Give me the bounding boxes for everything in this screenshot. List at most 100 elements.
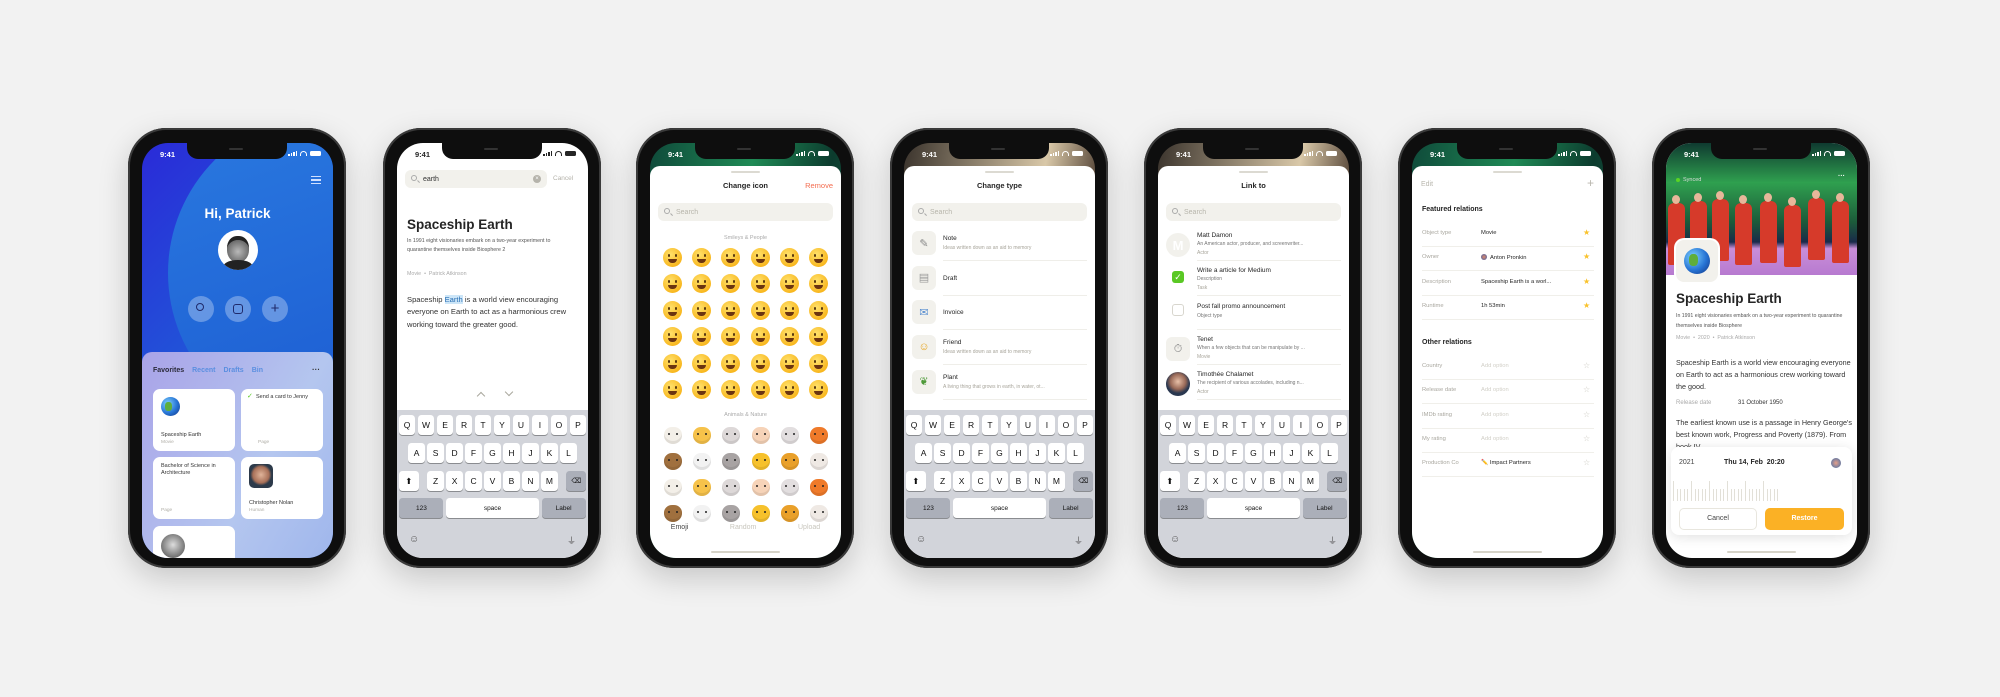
type-item-draft[interactable]: ▤ Draft — [904, 265, 1095, 300]
key-c[interactable]: C — [1226, 471, 1243, 491]
sheet-handle[interactable] — [1493, 171, 1522, 173]
kissing-heart-emoji-icon[interactable] — [692, 301, 711, 320]
sunglasses-emoji-icon[interactable] — [809, 354, 828, 373]
timeline-scrubber[interactable] — [1671, 475, 1852, 501]
grinning-emoji-icon[interactable] — [663, 327, 682, 346]
sheet-handle[interactable] — [731, 171, 760, 173]
key-e[interactable]: E — [1197, 415, 1215, 435]
card-partial[interactable] — [153, 526, 235, 558]
star-outline-icon[interactable]: ☆ — [1583, 386, 1590, 394]
rofl-emoji-icon[interactable] — [751, 248, 770, 267]
relation-value[interactable]: Movie — [1481, 230, 1496, 236]
key-s[interactable]: S — [427, 443, 444, 463]
mouse-emoji-icon[interactable] — [722, 427, 740, 444]
cat-emoji-icon[interactable] — [693, 427, 711, 444]
key-a[interactable]: A — [915, 443, 932, 463]
wink-emoji-icon[interactable] — [721, 354, 740, 373]
star-outline-icon[interactable]: ☆ — [1583, 362, 1590, 370]
rabbit-emoji-icon[interactable] — [781, 479, 799, 496]
microphone-icon[interactable]: ⏚ — [1074, 534, 1083, 547]
tongue-emoji-icon[interactable] — [809, 380, 828, 399]
grinning-emoji-icon[interactable] — [663, 248, 682, 267]
relation-value[interactable]: Add option — [1481, 387, 1509, 393]
numbers-key[interactable]: 123 — [399, 498, 444, 518]
key-g[interactable]: G — [991, 443, 1008, 463]
key-g[interactable]: G — [1245, 443, 1262, 463]
key-j[interactable]: J — [1283, 443, 1300, 463]
joy-emoji-icon[interactable] — [721, 327, 740, 346]
key-m[interactable]: M — [541, 471, 558, 491]
tab-emoji[interactable]: Emoji — [671, 524, 689, 531]
sheet-handle[interactable] — [1239, 171, 1268, 173]
relation-row[interactable]: Description Spaceship Earth is a worl... ★ — [1412, 277, 1603, 303]
key-z[interactable]: Z — [427, 471, 444, 491]
key-i[interactable]: I — [1292, 415, 1310, 435]
relation-value[interactable]: Add option — [1481, 412, 1509, 418]
relation-row[interactable]: Runtime 1h 53min ★ — [1412, 302, 1603, 327]
key-i[interactable]: I — [1038, 415, 1056, 435]
key-y[interactable]: Y — [493, 415, 511, 435]
dog-emoji-icon[interactable] — [664, 479, 682, 496]
relation-row[interactable]: Production Co ✏️ Impact Partners ☆ — [1412, 459, 1603, 484]
key-h[interactable]: H — [1264, 443, 1281, 463]
object-icon[interactable] — [1676, 240, 1718, 282]
cat-emoji-icon[interactable] — [693, 479, 711, 496]
bear-emoji-icon[interactable] — [664, 453, 682, 470]
key-z[interactable]: Z — [1188, 471, 1205, 491]
sets-button[interactable] — [225, 296, 251, 322]
numbers-key[interactable]: 123 — [906, 498, 951, 518]
star-filled-icon[interactable]: ★ — [1583, 253, 1590, 261]
kissing-emoji-icon[interactable] — [721, 380, 740, 399]
tiger-emoji-icon[interactable] — [752, 505, 770, 522]
key-d[interactable]: D — [1207, 443, 1224, 463]
relation-value[interactable]: Anton Pronkin — [1481, 254, 1526, 261]
key-t[interactable]: T — [981, 415, 999, 435]
search-button[interactable] — [188, 296, 214, 322]
tab-upload[interactable]: Upload — [798, 524, 820, 531]
microphone-icon[interactable]: ⏚ — [567, 534, 576, 547]
koala-emoji-icon[interactable] — [722, 453, 740, 470]
key-w[interactable]: W — [1178, 415, 1196, 435]
action-key[interactable]: Label — [541, 498, 586, 518]
relation-row[interactable]: Object type Movie ★ — [1412, 229, 1603, 254]
clear-icon[interactable]: × — [533, 175, 541, 183]
tab-random[interactable]: Random — [730, 524, 756, 531]
relation-value[interactable]: 1h 53min — [1481, 303, 1505, 309]
key-y[interactable]: Y — [1000, 415, 1018, 435]
action-key[interactable]: Label — [1048, 498, 1093, 518]
delete-key[interactable]: ⌫ — [1073, 471, 1094, 491]
smile-emoji-icon[interactable] — [809, 248, 828, 267]
key-q[interactable]: Q — [1159, 415, 1177, 435]
key-c[interactable]: C — [465, 471, 482, 491]
star-outline-icon[interactable]: ☆ — [1583, 434, 1590, 443]
rabbit-emoji-icon[interactable] — [781, 427, 799, 444]
key-l[interactable]: L — [1321, 443, 1338, 463]
relation-row[interactable]: Country Add option ☆ — [1412, 362, 1603, 387]
checkbox-checked-icon[interactable]: ✓ — [1172, 270, 1184, 283]
remove-button[interactable]: Remove — [805, 181, 833, 190]
key-o[interactable]: O — [550, 415, 568, 435]
key-o[interactable]: O — [1311, 415, 1329, 435]
star-filled-icon[interactable]: ★ — [1583, 277, 1590, 286]
key-r[interactable]: R — [962, 415, 980, 435]
hamster-emoji-icon[interactable] — [752, 427, 770, 444]
laughing-emoji-icon[interactable] — [692, 354, 711, 373]
star-filled-icon[interactable]: ★ — [1583, 302, 1590, 310]
hamster-emoji-icon[interactable] — [752, 479, 770, 496]
key-b[interactable]: B — [1264, 471, 1281, 491]
key-x[interactable]: X — [1207, 471, 1224, 491]
key-f[interactable]: F — [465, 443, 482, 463]
key-a[interactable]: A — [408, 443, 425, 463]
space-key[interactable]: space — [446, 498, 539, 518]
sweat-smile-emoji-icon[interactable] — [663, 354, 682, 373]
relation-value[interactable]: Add option — [1481, 363, 1509, 369]
panda-emoji-icon[interactable] — [693, 505, 711, 522]
numbers-key[interactable]: 123 — [1160, 498, 1205, 518]
kissing-heart-emoji-icon[interactable] — [692, 380, 711, 399]
mouse-emoji-icon[interactable] — [722, 479, 740, 496]
key-e[interactable]: E — [943, 415, 961, 435]
kissing-emoji-icon[interactable] — [721, 301, 740, 320]
key-s[interactable]: S — [1188, 443, 1205, 463]
panda-emoji-icon[interactable] — [693, 453, 711, 470]
emoji-keyboard-icon[interactable]: ☺ — [1170, 534, 1180, 545]
